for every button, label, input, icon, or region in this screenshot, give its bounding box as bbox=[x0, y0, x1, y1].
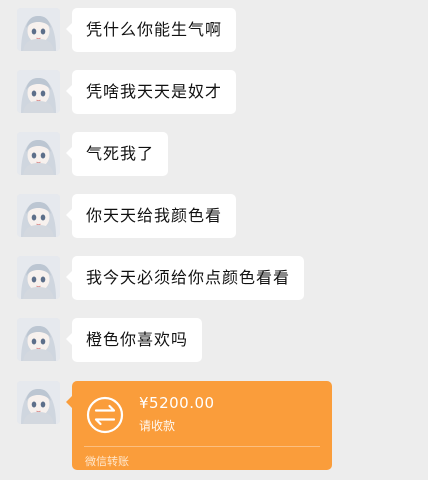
message-bubble[interactable]: 气死我了 bbox=[65, 132, 169, 176]
avatar-icon bbox=[17, 381, 60, 424]
avatar[interactable] bbox=[17, 256, 60, 299]
avatar-icon bbox=[17, 8, 60, 51]
transfer-source: 微信转账 bbox=[85, 455, 129, 468]
avatar[interactable] bbox=[17, 132, 60, 175]
message-row: 凭啥我天天是奴才 bbox=[0, 70, 428, 126]
transfer-amount: ¥5200.00 bbox=[139, 394, 215, 412]
message-bubble[interactable]: 你天天给我颜色看 bbox=[65, 194, 237, 238]
avatar-icon bbox=[17, 256, 60, 299]
avatar[interactable] bbox=[17, 70, 60, 113]
transfer-card[interactable]: ¥5200.00 请收款 微信转账 bbox=[66, 381, 332, 470]
avatar-icon bbox=[17, 194, 60, 237]
transfer-status: 请收款 bbox=[139, 419, 176, 433]
chat-window: 凭什么你能生气啊 凭啥我天天是奴才 气死我了 你天天给我颜色看 我今天必须给你点… bbox=[0, 0, 428, 480]
message-row: 凭什么你能生气啊 bbox=[0, 8, 428, 64]
transfer-arrows-icon bbox=[86, 396, 124, 434]
avatar[interactable] bbox=[17, 318, 60, 361]
avatar-icon bbox=[17, 132, 60, 175]
message-bubble[interactable]: 凭啥我天天是奴才 bbox=[65, 70, 237, 114]
avatar-icon bbox=[17, 318, 60, 361]
message-bubble[interactable]: 我今天必须给你点颜色看看 bbox=[65, 256, 305, 300]
divider bbox=[84, 446, 320, 447]
message-row: 你天天给我颜色看 bbox=[0, 194, 428, 250]
avatar-icon bbox=[17, 70, 60, 113]
avatar[interactable] bbox=[17, 381, 60, 424]
message-row: 我今天必须给你点颜色看看 bbox=[0, 256, 428, 312]
message-bubble[interactable]: 橙色你喜欢吗 bbox=[65, 318, 203, 362]
message-bubble[interactable]: 凭什么你能生气啊 bbox=[65, 8, 237, 52]
avatar[interactable] bbox=[17, 8, 60, 51]
message-row: 橙色你喜欢吗 bbox=[0, 318, 428, 374]
message-row: 气死我了 bbox=[0, 132, 428, 188]
avatar[interactable] bbox=[17, 194, 60, 237]
